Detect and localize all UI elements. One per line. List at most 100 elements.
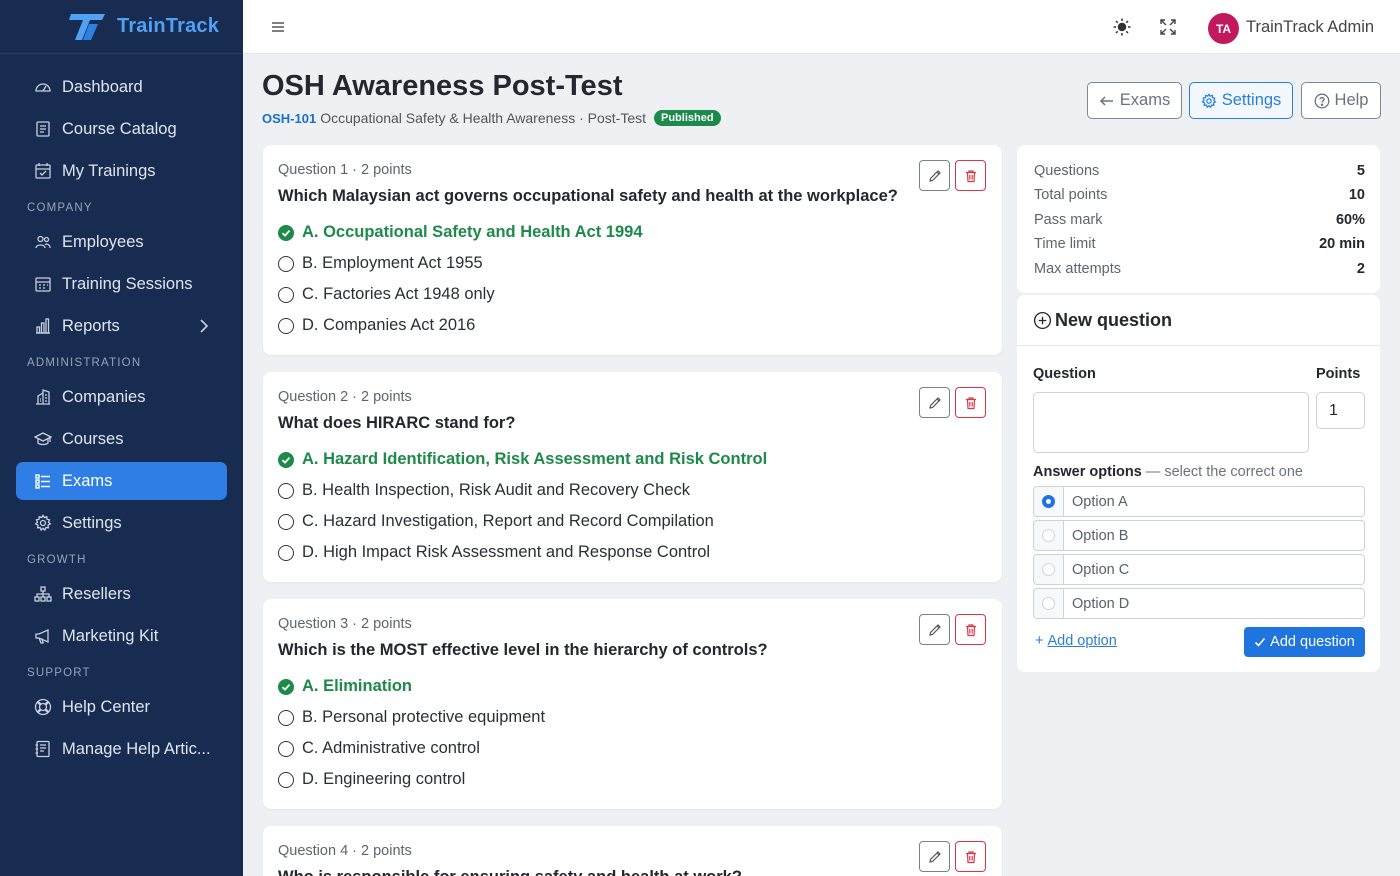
sidebar: TrainTrack Dashboard Course Catalog My T… xyxy=(0,0,243,876)
option-input[interactable]: Option B xyxy=(1063,520,1365,551)
answer-option-correct: A. Occupational Safety and Health Act 19… xyxy=(278,223,643,242)
section-growth: GROWTH xyxy=(27,554,87,566)
exam-summary-card: Questions 5 Total points 10 Pass mark 60% T… xyxy=(1017,145,1380,293)
edit-question-button[interactable] xyxy=(919,160,950,191)
delete-question-button[interactable] xyxy=(955,614,986,645)
diagram-icon xyxy=(34,586,52,602)
answer-option-text: B. Health Inspection, Risk Audit and Rec… xyxy=(302,481,690,499)
building-icon xyxy=(36,389,50,405)
correct-answer-radio[interactable] xyxy=(1033,520,1063,551)
sidebar-item-resellers[interactable]: Resellers xyxy=(16,575,227,613)
sidebar-item-my-trainings[interactable]: My Trainings xyxy=(16,152,227,190)
brand[interactable]: TrainTrack xyxy=(0,0,243,54)
avatar[interactable]: TA xyxy=(1208,13,1239,44)
points-input[interactable]: 1 xyxy=(1316,392,1365,429)
help-button[interactable]: Help xyxy=(1301,82,1381,119)
trash-icon xyxy=(965,169,976,182)
sidebar-item-label: Exams xyxy=(62,471,113,490)
sidebar-item-reports[interactable]: Reports xyxy=(16,307,227,345)
megaphone-icon xyxy=(35,628,49,644)
edit-question-button[interactable] xyxy=(919,387,950,418)
sidebar-item-training-sessions[interactable]: Training Sessions xyxy=(16,265,227,303)
sidebar-item-label: Resellers xyxy=(62,584,131,603)
section-company: COMPANY xyxy=(27,202,93,214)
answer-options-label: Answer options — select the correct one xyxy=(1033,464,1303,480)
add-option-link[interactable]: + Add option xyxy=(1035,633,1117,649)
edit-question-button[interactable] xyxy=(919,614,950,645)
add-question-button[interactable]: Add question xyxy=(1244,627,1365,657)
radio-empty-icon xyxy=(278,482,294,499)
pencil-icon xyxy=(928,396,941,409)
sidebar-item-exams[interactable]: Exams xyxy=(16,462,227,500)
user-name[interactable]: TrainTrack Admin xyxy=(1246,18,1374,37)
pencil-icon xyxy=(928,169,941,182)
correct-answer-radio[interactable] xyxy=(1033,554,1063,585)
delete-question-button[interactable] xyxy=(955,160,986,191)
answer-option-text: A. Hazard Identification, Risk Assessmen… xyxy=(302,450,768,468)
answer-option-row: Option C xyxy=(1033,554,1365,585)
sidebar-item-manage-help-articles[interactable]: Manage Help Artic... xyxy=(16,730,227,768)
sidebar-item-help-center[interactable]: Help Center xyxy=(16,688,227,726)
back-to-exams-button[interactable]: Exams xyxy=(1087,82,1182,119)
delete-question-button[interactable] xyxy=(955,387,986,418)
calendar-icon xyxy=(35,277,51,292)
radio-empty-icon xyxy=(278,286,294,303)
settings-button-label: Settings xyxy=(1221,91,1282,109)
question-meta: Question 2 · 2 points xyxy=(278,389,412,405)
gear-icon xyxy=(34,514,52,532)
traintrack-logo-icon xyxy=(69,13,105,40)
sidebar-item-employees[interactable]: Employees xyxy=(16,223,227,261)
course-subtitle: Occupational Safety & Health Awareness ·… xyxy=(320,110,646,126)
sidebar-item-label: Reports xyxy=(62,316,120,335)
theme-toggle-sun-icon[interactable] xyxy=(1112,17,1132,37)
settings-button[interactable]: Settings xyxy=(1189,82,1293,119)
question-text: Who is responsible for ensuring safety a… xyxy=(278,868,742,876)
question-textarea[interactable] xyxy=(1033,392,1309,453)
delete-question-button[interactable] xyxy=(955,841,986,872)
answer-option-text: B. Personal protective equipment xyxy=(302,708,546,726)
option-input[interactable]: Option D xyxy=(1063,588,1365,619)
sidebar-item-marketing-kit[interactable]: Marketing Kit xyxy=(16,617,227,655)
new-question-header: New question xyxy=(1017,295,1380,346)
trash-icon xyxy=(965,396,976,409)
trash-icon xyxy=(965,623,976,636)
radio-empty-icon xyxy=(1042,529,1055,542)
summary-value: 60% xyxy=(1335,212,1365,228)
sidebar-item-dashboard[interactable]: Dashboard xyxy=(16,68,227,106)
summary-label: Time limit xyxy=(1034,236,1096,252)
plus-circle-icon xyxy=(1033,311,1052,329)
correct-answer-radio[interactable] xyxy=(1033,486,1063,517)
sidebar-nav: Dashboard Course Catalog My Trainings CO… xyxy=(0,54,243,768)
question-label: Question xyxy=(1033,366,1096,382)
bar-chart-icon xyxy=(36,318,50,334)
option-input[interactable]: Option A xyxy=(1063,486,1365,517)
fullscreen-icon[interactable] xyxy=(1158,17,1178,37)
sidebar-item-course-catalog[interactable]: Course Catalog xyxy=(16,110,227,148)
sidebar-item-companies[interactable]: Companies xyxy=(16,378,227,416)
question-card: Question 4 · 2 points Who is responsible… xyxy=(263,826,1002,876)
answer-option: D. Companies Act 2016 xyxy=(278,316,475,335)
radio-empty-icon xyxy=(278,255,294,272)
arrow-left-icon xyxy=(1099,95,1113,106)
answer-option: D. Engineering control xyxy=(278,770,465,789)
exam-subtitle: OSH-101 Occupational Safety & Health Awa… xyxy=(262,110,721,126)
check-icon xyxy=(1255,637,1266,647)
pencil-icon xyxy=(928,623,941,636)
sidebar-item-courses[interactable]: Courses xyxy=(16,420,227,458)
question-text: Which is the MOST effective level in the… xyxy=(278,641,768,659)
status-badge: Published xyxy=(654,110,721,126)
edit-question-button[interactable] xyxy=(919,841,950,872)
answer-option: B. Health Inspection, Risk Audit and Rec… xyxy=(278,481,690,500)
hamburger-menu-icon[interactable] xyxy=(270,19,286,35)
option-input[interactable]: Option C xyxy=(1063,554,1365,585)
correct-answer-radio[interactable] xyxy=(1033,588,1063,619)
sidebar-item-label: Manage Help Artic... xyxy=(62,739,211,758)
answer-option: D. High Impact Risk Assessment and Respo… xyxy=(278,543,710,562)
sidebar-item-settings[interactable]: Settings xyxy=(16,504,227,542)
radio-empty-icon xyxy=(278,771,294,788)
add-option-label: Add option xyxy=(1047,633,1117,649)
summary-value: 10 xyxy=(1348,187,1365,203)
radio-empty-icon xyxy=(278,317,294,334)
sidebar-item-label: Dashboard xyxy=(62,77,143,96)
answer-option: B. Employment Act 1955 xyxy=(278,254,483,273)
